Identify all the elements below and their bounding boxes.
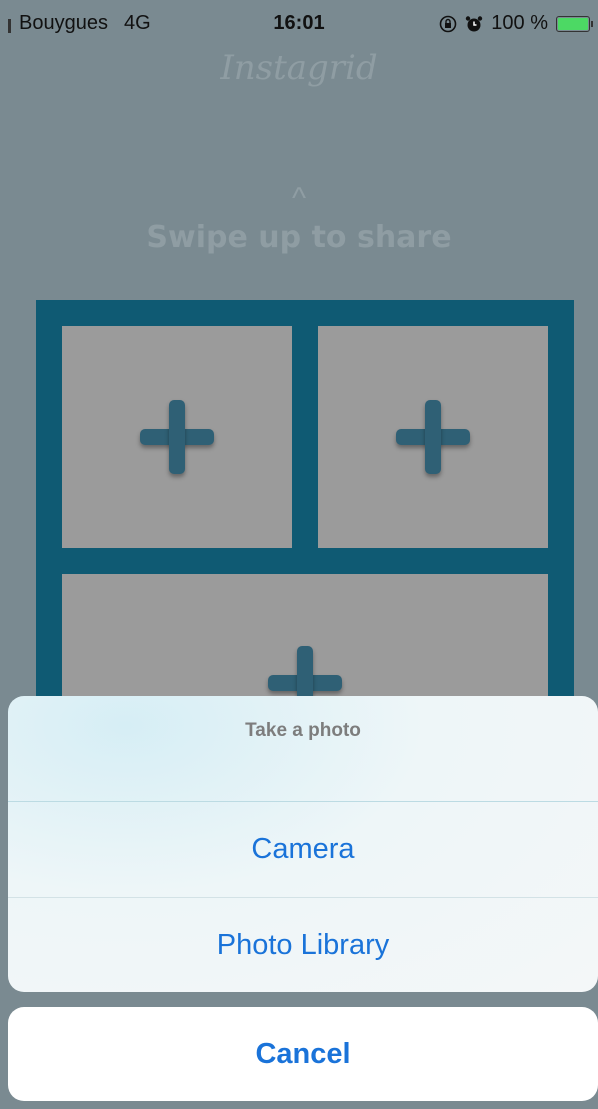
screen-rotation-lock-icon: [439, 15, 457, 32]
app-screen: Bouygues 4G 16:01 100 % Instagrid ^ Swip…: [0, 0, 598, 1109]
grid-cell-top-right[interactable]: [318, 326, 548, 548]
battery-icon: [556, 15, 593, 32]
photo-library-option-button[interactable]: Photo Library: [8, 897, 598, 992]
camera-option-button[interactable]: Camera: [8, 802, 598, 897]
status-bar: Bouygues 4G 16:01 100 %: [0, 0, 598, 46]
chevron-up-icon: ^: [291, 182, 307, 215]
app-title: Instagrid: [220, 48, 378, 88]
battery-fill: [558, 17, 588, 30]
swipe-up-label[interactable]: Swipe up to share: [0, 220, 598, 255]
action-sheet: Take a photo Camera Photo Library: [8, 696, 598, 992]
action-sheet-title: Take a photo: [8, 696, 598, 802]
plus-icon: [140, 400, 214, 474]
battery-percent: 100 %: [491, 12, 548, 34]
alarm-icon: [466, 15, 483, 31]
status-right: 100 %: [439, 12, 593, 35]
photo-grid: [36, 300, 574, 730]
grid-cell-top-left[interactable]: [62, 326, 292, 548]
plus-icon: [396, 400, 470, 474]
cancel-button[interactable]: Cancel: [8, 1007, 598, 1101]
